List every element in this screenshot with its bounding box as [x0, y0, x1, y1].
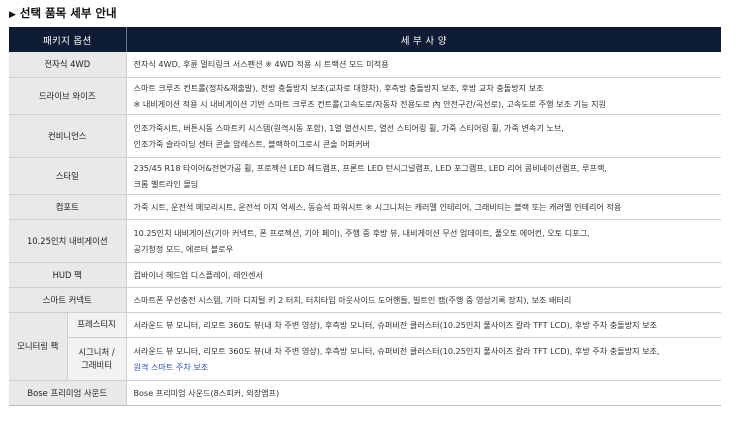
detail-line: 공기청정 모드, 에르터 블로우	[133, 243, 234, 254]
option-name: 드라이브 와이즈	[9, 77, 127, 115]
detail-cell: 235/45 R18 타이어&전면가공 휠, 프로젝션 LED 헤드램프, 프론…	[126, 157, 721, 195]
table-row: 스타일 235/45 R18 타이어&전면가공 휠, 프로젝션 LED 헤드램프,…	[9, 157, 721, 195]
table-row: 드라이브 와이즈 스마트 크루즈 컨트롤(정차&재출발), 전방 충돌방지 보조(…	[9, 77, 721, 115]
option-name: 전자식 4WD	[9, 52, 127, 78]
option-name: HUD 팩	[9, 262, 127, 288]
table-row: 시그니처 / 그래비티 서라운드 뷰 모니터, 리모트 360도 뷰(내 차 주변…	[9, 337, 721, 381]
detail-line: 컴바이너 헤드업 디스플레이, 레인센서	[133, 269, 263, 280]
detail-cell: 인조가죽시트, 버튼시동 스마트키 시스템(원격시동 포함), 1열 열선시트,…	[126, 114, 721, 158]
detail-line: ※ 내비게이션 적용 시 내비게이션 기반 스마트 크루즈 컨트롤(고속도로/자…	[133, 98, 606, 109]
options-table: 패키지 옵션 세 부 사 양 전자식 4WD 전자식 4WD, 후륜 멀티링크 서…	[9, 27, 721, 406]
table-row: 스마트 커넥트 스마트폰 무선충전 시스템, 기아 디지털 키 2 터치, 터치타…	[9, 287, 721, 313]
detail-cell: 가죽 시트, 운전석 메모리시트, 운전석 이지 억세스, 동승석 파워시트 ※…	[126, 194, 721, 220]
detail-cell: 스마트 크루즈 컨트롤(정차&재출발), 전방 충돌방지 보조(교차로 대향차)…	[126, 77, 721, 115]
remote-parking-assist-link[interactable]: 원격 스마트 주차 보조	[134, 362, 209, 372]
detail-line: 인조가죽시트, 버튼시동 스마트키 시스템(원격시동 포함), 1열 열선시트,…	[133, 122, 564, 133]
table-header-row: 패키지 옵션 세 부 사 양	[9, 27, 721, 52]
detail-cell: 전자식 4WD, 후륜 멀티링크 서스펜션 ※ 4WD 적용 시 트랙션 모드 …	[126, 52, 721, 78]
section-title: ▶ 선택 품목 세부 안내	[9, 4, 117, 22]
option-name: 10.25인치 내비게이션	[9, 219, 127, 263]
option-name: 컨비니언스	[9, 114, 127, 158]
header-package: 패키지 옵션	[9, 27, 127, 52]
detail-line: 서라운드 뷰 모니터, 리모트 360도 뷰(내 차 주변 영상), 후측방 모…	[133, 319, 658, 330]
table-row: Bose 프리미엄 사운드 Bose 프리미엄 사운드(8스피커, 외장앰프)	[9, 380, 721, 406]
option-name: 컴포트	[9, 194, 127, 220]
detail-cell: 서라운드 뷰 모니터, 리모트 360도 뷰(내 차 주변 영상), 후측방 모…	[126, 337, 721, 381]
section-title-text: 선택 품목 세부 안내	[19, 6, 117, 20]
detail-cell: 컴바이너 헤드업 디스플레이, 레인센서	[126, 262, 721, 288]
detail-line: 서라운드 뷰 모니터, 리모트 360도 뷰(내 차 주변 영상), 후측방 모…	[133, 345, 660, 356]
detail-line: 10.25인치 내비게이션(기아 커넥트, 폰 프로젝션, 기아 페이), 주행…	[133, 227, 590, 238]
table-row: HUD 팩 컴바이너 헤드업 디스플레이, 레인센서	[9, 262, 721, 288]
table-row: 전자식 4WD 전자식 4WD, 후륜 멀티링크 서스펜션 ※ 4WD 적용 시 …	[9, 52, 721, 78]
table-row: 모니터링 팩 프레스티지서라운드 뷰 모니터, 리모트 360도 뷰(내 차 주변…	[9, 312, 721, 381]
trim-name: 프레스티지	[67, 312, 127, 338]
table-row: 컨비니언스 인조가죽시트, 버튼시동 스마트키 시스템(원격시동 포함), 1열 …	[9, 114, 721, 158]
detail-cell: 10.25인치 내비게이션(기아 커넥트, 폰 프로젝션, 기아 페이), 주행…	[126, 219, 721, 263]
option-name: 스타일	[9, 157, 127, 195]
option-name: 모니터링 팩	[9, 312, 68, 381]
detail-line: Bose 프리미엄 사운드(8스피커, 외장앰프)	[133, 387, 280, 398]
detail-line: 인조가죽 슬라이딩 센터 콘솔 암레스트, 블랙하이그로시 콘솔 어퍼커버	[133, 138, 371, 149]
detail-cell: Bose 프리미엄 사운드(8스피커, 외장앰프)	[126, 380, 721, 406]
option-name: 스마트 커넥트	[9, 287, 127, 313]
detail-cell: 스마트폰 무선충전 시스템, 기아 디지털 키 2 터치, 터치타입 아웃사이드…	[126, 287, 721, 313]
detail-line: 크롬 벨트라인 몰딩	[133, 178, 199, 189]
table-row: 컴포트 가죽 시트, 운전석 메모리시트, 운전석 이지 억세스, 동승석 파워시…	[9, 194, 721, 220]
option-name: Bose 프리미엄 사운드	[9, 380, 127, 406]
detail-line: 전자식 4WD, 후륜 멀티링크 서스펜션 ※ 4WD 적용 시 트랙션 모드 …	[133, 59, 389, 70]
detail-line: 스마트 크루즈 컨트롤(정차&재출발), 전방 충돌방지 보조(교차로 대향차)…	[133, 82, 544, 93]
trim-name: 시그니처 / 그래비티	[67, 337, 127, 381]
triangle-bullet-icon: ▶	[9, 10, 16, 20]
header-details: 세 부 사 양	[126, 27, 721, 52]
detail-line: 235/45 R18 타이어&전면가공 휠, 프로젝션 LED 헤드램프, 프론…	[133, 162, 607, 173]
detail-line: 가죽 시트, 운전석 메모리시트, 운전석 이지 억세스, 동승석 파워시트 ※…	[133, 201, 622, 212]
table-row: 10.25인치 내비게이션 10.25인치 내비게이션(기아 커넥트, 폰 프로젝…	[9, 219, 721, 263]
detail-line: 스마트폰 무선충전 시스템, 기아 디지털 키 2 터치, 터치타입 아웃사이드…	[133, 294, 572, 305]
detail-cell: 서라운드 뷰 모니터, 리모트 360도 뷰(내 차 주변 영상), 후측방 모…	[126, 312, 721, 338]
